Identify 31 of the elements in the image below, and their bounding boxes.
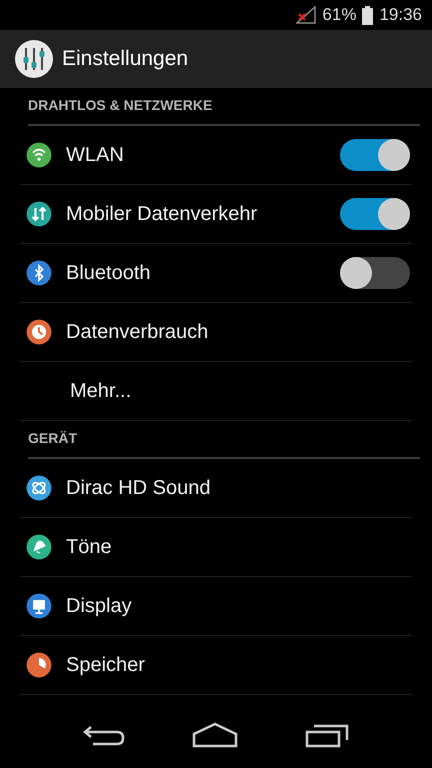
clock-icon — [26, 319, 52, 345]
toggle-switch[interactable] — [340, 198, 410, 230]
screen-title: Einstellungen — [62, 46, 188, 72]
setting-label[interactable]: Mobiler Datenverkehr — [66, 199, 258, 229]
clock: 19:36 — [379, 4, 422, 26]
battery-percent: 61% — [322, 4, 356, 26]
monitor-icon — [26, 593, 52, 619]
no-signal-icon — [296, 6, 316, 24]
setting-label[interactable]: Dirac HD Sound — [66, 473, 211, 503]
section-header: DRAHTLOS & NETZWERKE — [28, 88, 420, 126]
recent-apps-icon[interactable] — [304, 722, 349, 748]
setting-label[interactable]: Töne — [66, 532, 112, 562]
toggle-switch[interactable] — [340, 257, 410, 289]
orbit-icon — [26, 475, 52, 501]
setting-label[interactable]: Display — [66, 591, 132, 621]
section-header: GERÄT — [28, 421, 420, 459]
setting-label[interactable]: Bluetooth — [66, 258, 151, 288]
battery-icon — [362, 6, 374, 24]
home-icon[interactable] — [192, 722, 238, 748]
settings-app-icon[interactable] — [14, 39, 54, 79]
setting-label[interactable]: Datenverbrauch — [66, 317, 208, 347]
toggle-switch[interactable] — [340, 139, 410, 171]
wifi-icon — [26, 142, 52, 168]
pie-chart-icon — [26, 652, 52, 678]
bluetooth-icon — [26, 260, 52, 286]
setting-label[interactable]: Speicher — [66, 650, 145, 680]
data-transfer-icon — [26, 201, 52, 227]
back-icon[interactable] — [83, 723, 126, 747]
setting-label[interactable]: WLAN — [66, 140, 124, 170]
setting-label[interactable]: Mehr... — [70, 376, 132, 406]
bell-icon — [26, 534, 52, 560]
